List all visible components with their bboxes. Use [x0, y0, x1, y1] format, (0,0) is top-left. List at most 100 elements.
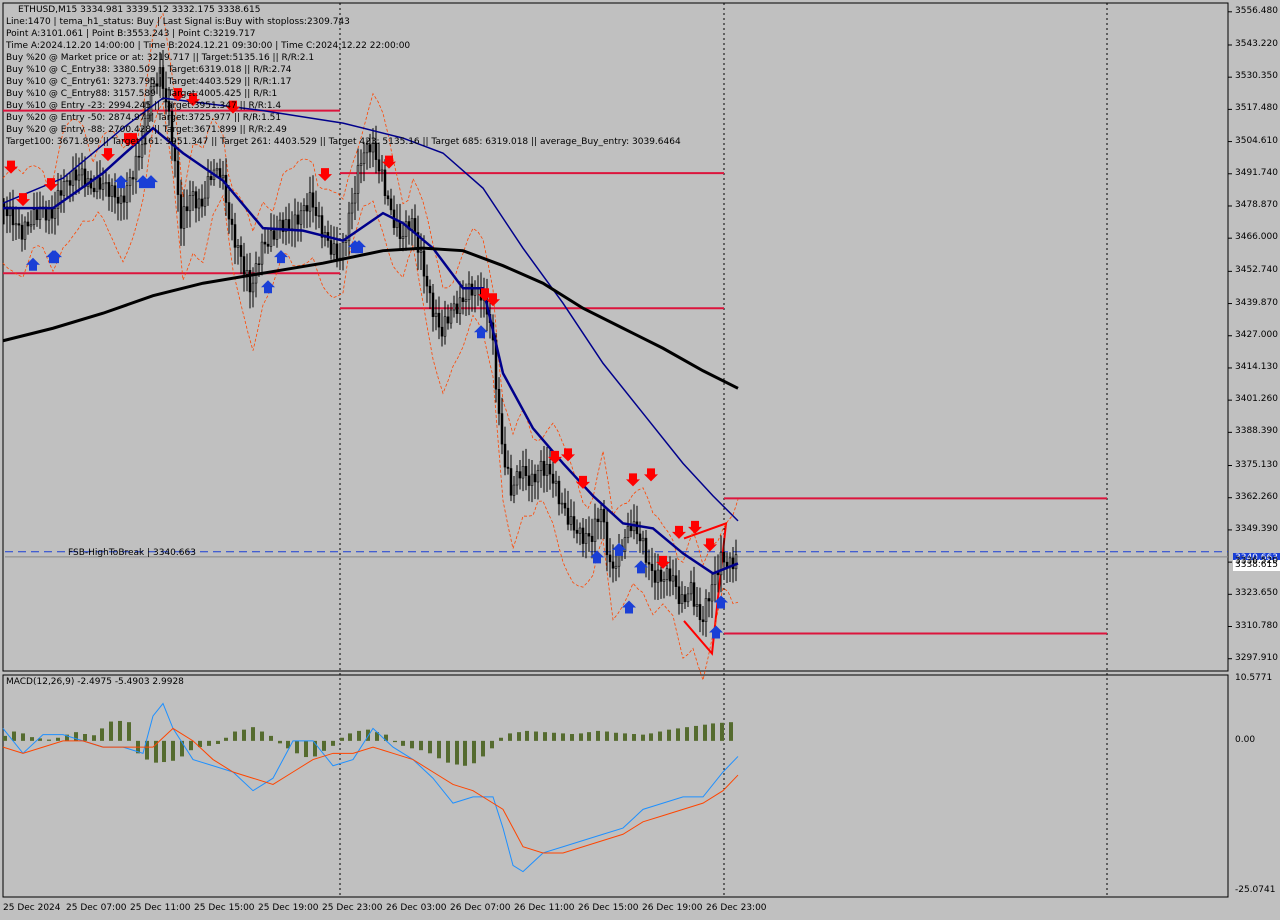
price-tick-label: 3401.260: [1235, 394, 1278, 405]
price-tick-label: 3427.000: [1235, 329, 1278, 340]
candle-body: [200, 198, 204, 207]
macd-histogram-bar: [525, 730, 529, 741]
candle-body: [671, 575, 675, 582]
time-tick-label: 25 Dec 15:00: [194, 903, 255, 913]
sell-arrow-icon: [382, 155, 396, 169]
candle-body: [707, 598, 711, 602]
time-tick-label: 26 Dec 11:00: [514, 903, 575, 913]
candle-body: [35, 209, 39, 221]
macd-histogram-bar: [224, 737, 228, 741]
price-tick-label: 3439.870: [1235, 297, 1278, 308]
candle-body: [497, 388, 501, 414]
price-tick-label: 3466.000: [1235, 232, 1278, 243]
macd-histogram-bar: [587, 732, 591, 741]
macd-histogram-bar: [455, 740, 459, 765]
candle-body: [539, 460, 543, 471]
candle-body: [245, 270, 249, 275]
candle-body: [698, 604, 702, 621]
candle-body: [293, 214, 297, 231]
candle-body: [551, 473, 555, 484]
candle-body: [410, 218, 414, 230]
macd-histogram-bar: [614, 732, 618, 741]
info-line: Point A:3101.061 | Point B:3553.243 | Po…: [6, 29, 256, 39]
candle-body: [512, 484, 516, 496]
candle-body: [518, 471, 522, 479]
candle-body: [674, 575, 678, 587]
candle-body: [230, 218, 234, 225]
candle-body: [236, 245, 240, 248]
candle-body: [362, 152, 366, 165]
candle-body: [701, 619, 705, 622]
buy-arrow-icon: [474, 325, 488, 339]
info-line: Buy %10 @ C_Entry61: 3273.795 || Target:…: [6, 77, 292, 87]
macd-histogram-bar: [295, 740, 299, 754]
candle-body: [113, 185, 117, 198]
buy-arrow-icon: [709, 625, 723, 639]
candle-body: [74, 169, 78, 181]
time-tick-label: 25 Dec 19:00: [258, 903, 319, 913]
candle-body: [626, 525, 630, 538]
candle-body: [137, 155, 141, 158]
candle-body: [710, 584, 714, 602]
candle-body: [566, 507, 570, 525]
candle-body: [683, 594, 687, 603]
candle-body: [557, 480, 561, 505]
candle-body: [116, 196, 120, 204]
macd-histogram-bar: [410, 740, 414, 749]
candle-body: [359, 163, 363, 166]
candle-body: [680, 594, 684, 604]
time-tick-label: 25 Dec 11:00: [130, 903, 191, 913]
macd-signal-line: [2, 727, 739, 854]
candle-body: [461, 297, 465, 302]
candle-body: [419, 250, 423, 253]
macd-histogram-bar: [100, 728, 104, 741]
macd-histogram-bar: [508, 733, 512, 741]
sell-arrow-icon: [561, 448, 575, 462]
candle-body: [521, 466, 525, 479]
macd-histogram-bar: [216, 740, 220, 744]
candle-body: [425, 275, 429, 287]
macd-histogram-bar: [30, 737, 34, 741]
candle-body: [227, 202, 231, 220]
candle-body: [602, 509, 606, 523]
info-line: Buy %20 @ Entry -50: 2874.97 || Target:3…: [6, 113, 282, 123]
macd-histogram-bar: [233, 731, 237, 741]
candle-body: [503, 443, 507, 468]
candle-body: [32, 209, 36, 225]
price-tick-label: 3388.390: [1235, 426, 1278, 437]
candle-body: [311, 192, 315, 208]
macd-histogram-bar: [543, 732, 547, 741]
sell-arrow-icon: [703, 538, 717, 552]
candle-body: [299, 210, 303, 225]
sell-arrow-icon: [672, 525, 686, 539]
time-tick-label: 26 Dec 07:00: [450, 903, 511, 913]
macd-histogram-bar: [304, 740, 308, 758]
candle-body: [596, 518, 600, 523]
candle-body: [266, 243, 270, 247]
candle-body: [572, 516, 576, 531]
candle-body: [263, 241, 267, 245]
candle-body: [104, 182, 108, 185]
macd-histogram-bar: [269, 735, 273, 741]
macd-histogram-bar: [437, 740, 441, 759]
candle-body: [179, 194, 183, 229]
candle-body: [383, 169, 387, 196]
macd-histogram-bar: [596, 730, 600, 741]
candle-body: [242, 256, 246, 275]
candle-body: [14, 223, 18, 226]
macd-histogram-bar: [419, 740, 423, 751]
macd-tick-label: -25.0741: [1235, 885, 1276, 895]
candle-body: [575, 529, 579, 534]
candle-body: [107, 182, 111, 197]
macd-histogram-bar: [340, 737, 344, 741]
macd-histogram-bar: [251, 727, 255, 741]
price-tick-label: 3336.520: [1235, 556, 1278, 567]
fsb-line-label: FSB-HighToBreak | 3340.663: [68, 548, 196, 558]
candle-body: [278, 219, 282, 229]
candle-body: [50, 208, 54, 219]
candle-body: [26, 221, 30, 227]
candle-body: [176, 160, 180, 195]
candle-body: [554, 480, 558, 484]
macd-panel-border: [2, 674, 1229, 898]
sell-arrow-icon: [318, 168, 332, 182]
